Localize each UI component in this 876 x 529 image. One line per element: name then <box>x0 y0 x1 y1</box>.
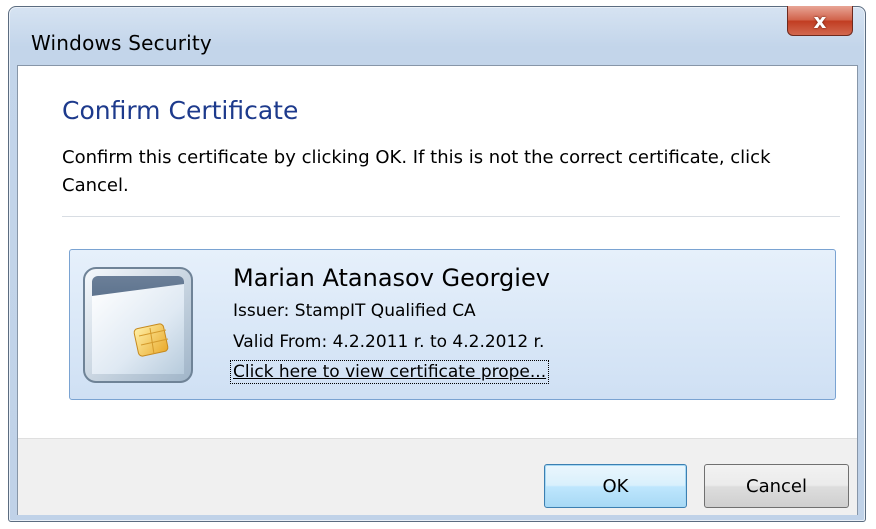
window-title: Windows Security <box>31 31 212 55</box>
close-icon: x <box>813 8 827 33</box>
dialog-heading: Confirm Certificate <box>62 96 299 125</box>
separator <box>62 216 840 217</box>
screen: Windows Security x Confirm Certificate C… <box>0 0 876 529</box>
certificate-validity: Valid From: 4.2.2011 r. to 4.2.2012 r. <box>233 332 545 352</box>
security-dialog-window: Windows Security x Confirm Certificate C… <box>8 6 866 522</box>
button-bar: OK Cancel <box>18 438 857 515</box>
view-certificate-properties-link[interactable]: Click here to view certificate prope... <box>229 360 550 384</box>
close-button[interactable]: x <box>787 6 853 36</box>
title-bar[interactable]: Windows Security x <box>9 6 865 69</box>
cancel-button[interactable]: Cancel <box>704 464 849 508</box>
certificate-name: Marian Atanasov Georgiev <box>233 264 550 292</box>
ok-button[interactable]: OK <box>544 464 687 508</box>
certificate-issuer: Issuer: StampIT Qualified CA <box>233 301 476 321</box>
certificate-tile[interactable]: Marian Atanasov Georgiev Issuer: StampIT… <box>69 249 836 400</box>
dialog-content: Confirm Certificate Confirm this certifi… <box>17 65 858 515</box>
dialog-description: Confirm this certificate by clicking OK.… <box>62 147 771 196</box>
smart-card-icon <box>83 267 193 383</box>
